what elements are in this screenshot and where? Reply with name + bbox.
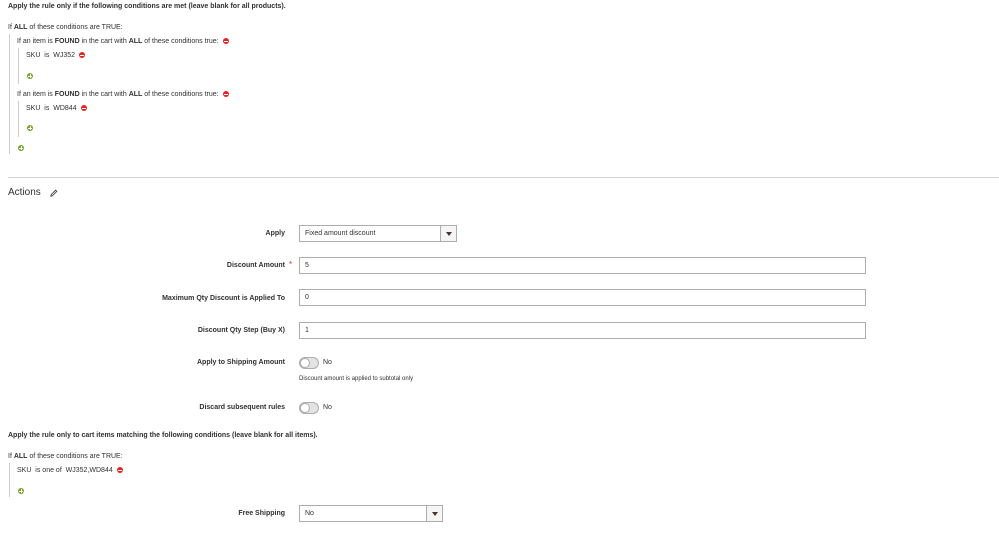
remove-icon[interactable] xyxy=(222,91,229,98)
root-middle: of these conditions are xyxy=(29,24,100,31)
qty-step-label: Discount Qty Step (Buy X) xyxy=(197,327,285,334)
found-condition-1: If an item is FOUND in the cart with ALL… xyxy=(17,38,229,45)
add-condition-icon[interactable] xyxy=(18,145,24,151)
apply-select[interactable]: Fixed amount discount xyxy=(299,225,457,242)
found-condition-2: If an item is FOUND in the cart with ALL… xyxy=(17,91,229,98)
found-2-tree-line xyxy=(18,101,19,137)
items-tree-line xyxy=(9,463,10,497)
conditions-intro: Apply the rule only if the following con… xyxy=(8,3,286,10)
found-1-mid: in the cart with xyxy=(81,38,127,45)
free-shipping-select[interactable]: No xyxy=(299,505,443,522)
actions-title[interactable]: Actions xyxy=(8,187,41,198)
found-1-tree-line xyxy=(18,48,19,84)
add-condition-icon[interactable] xyxy=(27,73,33,79)
sku-1-value[interactable]: WJ352 xyxy=(53,52,75,59)
items-sku-attr: SKU xyxy=(17,467,32,474)
sku-1-op[interactable]: is xyxy=(44,52,49,59)
found-1-suffix: of these conditions true: xyxy=(144,38,219,45)
free-shipping-select-value: No xyxy=(305,510,314,517)
pencil-icon[interactable] xyxy=(50,189,58,197)
section-divider xyxy=(8,177,999,178)
root-value[interactable]: TRUE xyxy=(102,24,121,31)
sku-condition-1: SKU is WJ352 xyxy=(26,52,85,59)
items-sku-op[interactable]: is one of xyxy=(35,467,61,474)
chevron-down-icon xyxy=(426,506,442,521)
found-2-suffix: of these conditions true: xyxy=(144,91,219,98)
sku-1-attr: SKU xyxy=(26,52,41,59)
sku-2-attr: SKU xyxy=(26,105,41,112)
max-qty-input[interactable]: 0 xyxy=(299,289,866,306)
items-root-if: If xyxy=(8,453,12,460)
discount-amount-input[interactable]: 5 xyxy=(299,257,866,274)
apply-label: Apply xyxy=(265,230,285,237)
add-condition-icon[interactable] xyxy=(18,488,24,494)
apply-shipping-state: No xyxy=(323,359,332,366)
items-sku-value[interactable]: WJ352,WD844 xyxy=(66,467,113,474)
items-root-suffix: : xyxy=(120,453,123,460)
root-tree-line xyxy=(9,34,10,154)
apply-shipping-toggle[interactable] xyxy=(299,357,319,369)
add-condition-icon[interactable] xyxy=(27,125,33,131)
items-root-condition: If ALL of these conditions are TRUE: xyxy=(8,453,123,460)
found-2-mid: in the cart with xyxy=(81,91,127,98)
sku-2-op[interactable]: is xyxy=(44,105,49,112)
items-conditions-intro: Apply the rule only to cart items matchi… xyxy=(8,432,318,439)
remove-icon[interactable] xyxy=(80,105,87,112)
items-sku-condition: SKU is one of WJ352,WD844 xyxy=(17,467,123,474)
required-star: * xyxy=(289,260,293,269)
found-2-prefix: If an item is xyxy=(17,91,53,98)
max-qty-label: Maximum Qty Discount is Applied To xyxy=(162,295,285,302)
toggle-knob xyxy=(300,403,310,413)
found-1-aggregator[interactable]: ALL xyxy=(129,38,143,45)
discount-amount-label: Discount Amount xyxy=(226,262,285,269)
apply-shipping-label: Apply to Shipping Amount xyxy=(196,359,285,366)
qty-step-input[interactable]: 1 xyxy=(299,322,866,339)
items-root-value[interactable]: TRUE xyxy=(102,453,121,460)
remove-icon[interactable] xyxy=(116,467,123,474)
free-shipping-label: Free Shipping xyxy=(238,510,285,517)
discard-rules-toggle[interactable] xyxy=(299,402,319,414)
items-root-aggregator[interactable]: ALL xyxy=(14,453,28,460)
found-2-found[interactable]: FOUND xyxy=(55,91,80,98)
sku-condition-2: SKU is WD844 xyxy=(26,105,87,112)
remove-icon[interactable] xyxy=(222,38,229,45)
apply-select-value: Fixed amount discount xyxy=(305,230,376,237)
sku-2-value[interactable]: WD844 xyxy=(53,105,76,112)
remove-icon[interactable] xyxy=(79,52,85,59)
chevron-down-icon xyxy=(440,226,456,241)
apply-shipping-note: Discount amount is applied to subtotal o… xyxy=(299,376,414,382)
root-suffix: : xyxy=(120,24,123,31)
found-2-aggregator[interactable]: ALL xyxy=(129,91,143,98)
discard-rules-label: Discard subsequent rules xyxy=(199,404,285,411)
found-1-prefix: If an item is xyxy=(17,38,53,45)
root-condition: If ALL of these conditions are TRUE: xyxy=(8,24,123,31)
found-1-found[interactable]: FOUND xyxy=(55,38,80,45)
root-if: If xyxy=(8,24,12,31)
discard-rules-state: No xyxy=(323,404,332,411)
toggle-knob xyxy=(300,358,310,368)
root-aggregator[interactable]: ALL xyxy=(14,24,28,31)
items-root-middle: of these conditions are xyxy=(29,453,100,460)
